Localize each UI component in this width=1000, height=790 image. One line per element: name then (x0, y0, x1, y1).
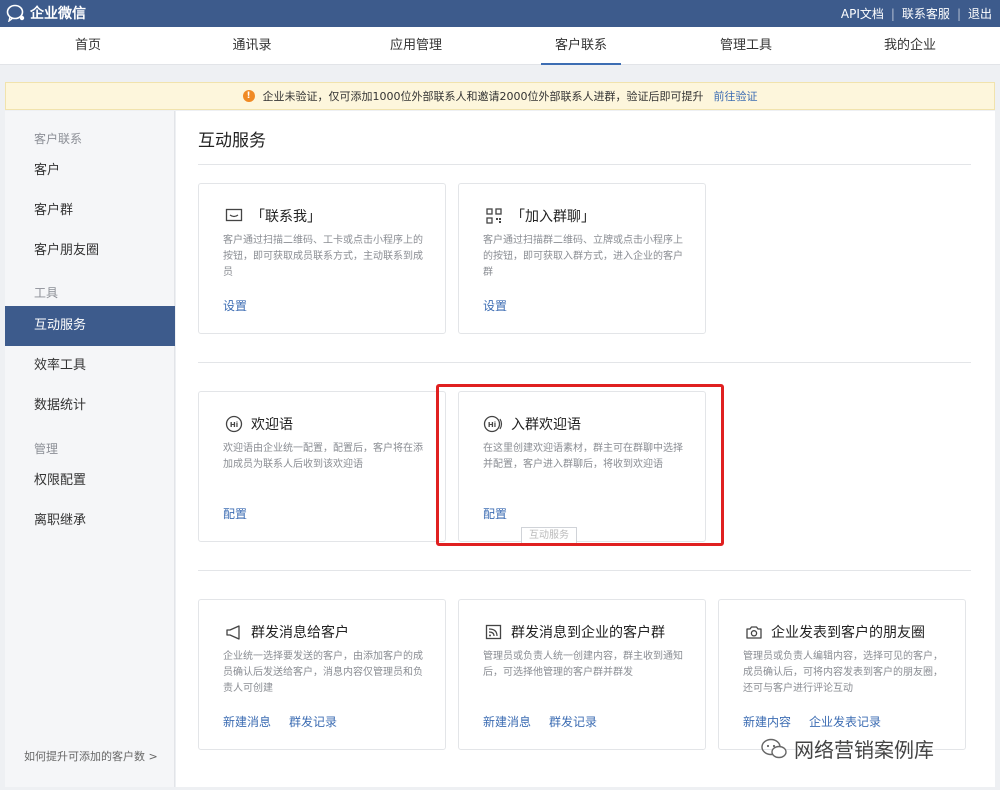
wechat-icon (761, 738, 787, 758)
settings-link[interactable]: 设置 (483, 297, 507, 314)
card-join-group: 「加入群聊」 客户通过扫描群二维码、立牌或点击小程序上的按钮，即可获取入群方式，… (458, 183, 706, 334)
card-description: 客户通过扫描二维码、工卡或点击小程序上的按钮，即可获取成员联系方式，主动联系到成… (223, 235, 423, 278)
card-description: 欢迎语由企业统一配置，配置后，客户将在添加成员为联系人后收到该欢迎语 (223, 443, 423, 470)
hi-bubble-icon: Hi (223, 415, 245, 433)
divider: | (956, 6, 961, 21)
tab-home[interactable]: 首页 (48, 27, 128, 65)
tab-contacts[interactable]: 通讯录 (212, 27, 292, 65)
main-nav: 首页 通讯录 应用管理 客户联系 管理工具 我的企业 (0, 27, 1000, 65)
card-description: 企业统一选择要发送的客户，由添加客户的成员确认后发送给客户，消息内容仅管理员和负… (223, 651, 423, 694)
sidebar-group-tools: 工具 (34, 286, 59, 300)
watermark: 网络营销案例库 (760, 734, 934, 763)
chat-bubble-icon (223, 207, 245, 225)
sidebar: 客户联系 客户 客户群 客户朋友圈 工具 互动服务 效率工具 数据统计 管理 权… (5, 111, 175, 787)
card-title: 群发消息到企业的客户群 (511, 625, 665, 641)
sidebar-item-customer-groups[interactable]: 客户群 (5, 191, 175, 231)
svg-text:Hi: Hi (230, 421, 238, 429)
card-mass-message-groups: 群发消息到企业的客户群 管理员或负责人统一创建内容，群主收到通知后，可选择他管理… (458, 599, 706, 750)
watermark-text: 网络营销案例库 (794, 738, 934, 762)
card-contact-me: 「联系我」 客户通过扫描二维码、工卡或点击小程序上的按钮，即可获取成员联系方式，… (198, 183, 446, 334)
top-bar: 企业微信 API文档 | 联系客服 | 退出 (0, 0, 1000, 27)
api-docs-link[interactable]: API文档 (841, 5, 884, 22)
card-title: 欢迎语 (251, 417, 293, 433)
wework-logo-icon (6, 4, 25, 22)
card-description: 客户通过扫描群二维码、立牌或点击小程序上的按钮，即可获取入群方式，进入企业的客户… (483, 235, 683, 278)
sidebar-item-resignation-inheritance[interactable]: 离职继承 (5, 501, 175, 541)
sidebar-group-customer-contact: 客户联系 (34, 132, 83, 146)
verification-notice: ! 企业未验证，仅可添加1000位外部联系人和邀请2000位外部联系人进群，验证… (5, 82, 995, 110)
logout-link[interactable]: 退出 (968, 5, 992, 22)
tab-app-management[interactable]: 应用管理 (376, 27, 456, 65)
logo-text: 企业微信 (30, 6, 86, 22)
new-message-link[interactable]: 新建消息 (483, 713, 531, 730)
card-title: 「加入群聊」 (511, 209, 595, 225)
divider: | (890, 6, 895, 21)
tab-customer-contact[interactable]: 客户联系 (541, 27, 621, 65)
tab-my-enterprise[interactable]: 我的企业 (870, 27, 950, 65)
tab-management-tools[interactable]: 管理工具 (706, 27, 786, 65)
card-mass-message-customers: 群发消息给客户 企业统一选择要发送的客户，由添加客户的成员确认后发送给客户，消息… (198, 599, 446, 750)
increase-customer-limit-link[interactable]: 如何提升可添加的客户数 > (24, 748, 158, 764)
sidebar-item-moments[interactable]: 客户朋友圈 (5, 231, 175, 271)
divider (198, 164, 971, 165)
megaphone-icon (223, 623, 245, 641)
contact-support-link[interactable]: 联系客服 (902, 5, 950, 22)
card-description: 管理员或负责人统一创建内容，群主收到通知后，可选择他管理的客户群并群发 (483, 651, 683, 678)
card-title: 「联系我」 (251, 209, 321, 225)
configure-link[interactable]: 配置 (223, 505, 247, 522)
sidebar-item-customers[interactable]: 客户 (5, 151, 175, 191)
warning-icon: ! (242, 90, 255, 102)
mass-send-history-link[interactable]: 群发记录 (549, 713, 597, 730)
wework-logo[interactable]: 企业微信 (6, 3, 86, 23)
top-links: API文档 | 联系客服 | 退出 (841, 5, 992, 22)
settings-link[interactable]: 设置 (223, 297, 247, 314)
new-message-link[interactable]: 新建消息 (223, 713, 271, 730)
sidebar-item-efficiency-tools[interactable]: 效率工具 (5, 346, 175, 386)
sidebar-item-data-statistics[interactable]: 数据统计 (5, 386, 175, 426)
highlight-box (436, 384, 724, 546)
card-welcome-message: Hi 欢迎语 欢迎语由企业统一配置，配置后，客户将在添加成员为联系人后收到该欢迎… (198, 391, 446, 542)
card-moments-post: 企业发表到客户的朋友圈 管理员或负责人编辑内容，选择可见的客户，成员确认后，可将… (718, 599, 966, 750)
camera-icon (743, 623, 765, 641)
card-title: 群发消息给客户 (251, 625, 349, 641)
broadcast-icon (483, 623, 505, 641)
divider (198, 570, 971, 571)
page-title: 互动服务 (198, 131, 266, 151)
card-title: 企业发表到客户的朋友圈 (771, 625, 925, 641)
notice-text: 企业未验证，仅可添加1000位外部联系人和邀请2000位外部联系人进群，验证后即… (262, 90, 704, 103)
divider (198, 362, 971, 363)
card-description: 管理员或负责人编辑内容，选择可见的客户，成员确认后，可将内容发表到客户的朋友圈，… (743, 651, 943, 694)
mass-send-history-link[interactable]: 群发记录 (289, 713, 337, 730)
qrcode-icon (483, 207, 505, 225)
sidebar-group-management: 管理 (34, 442, 59, 456)
sidebar-item-interactive-services[interactable]: 互动服务 (5, 306, 175, 346)
go-verify-link[interactable]: 前往验证 (714, 88, 758, 104)
new-content-link[interactable]: 新建内容 (743, 713, 791, 730)
enterprise-post-history-link[interactable]: 企业发表记录 (809, 713, 881, 730)
sidebar-item-permissions[interactable]: 权限配置 (5, 461, 175, 501)
